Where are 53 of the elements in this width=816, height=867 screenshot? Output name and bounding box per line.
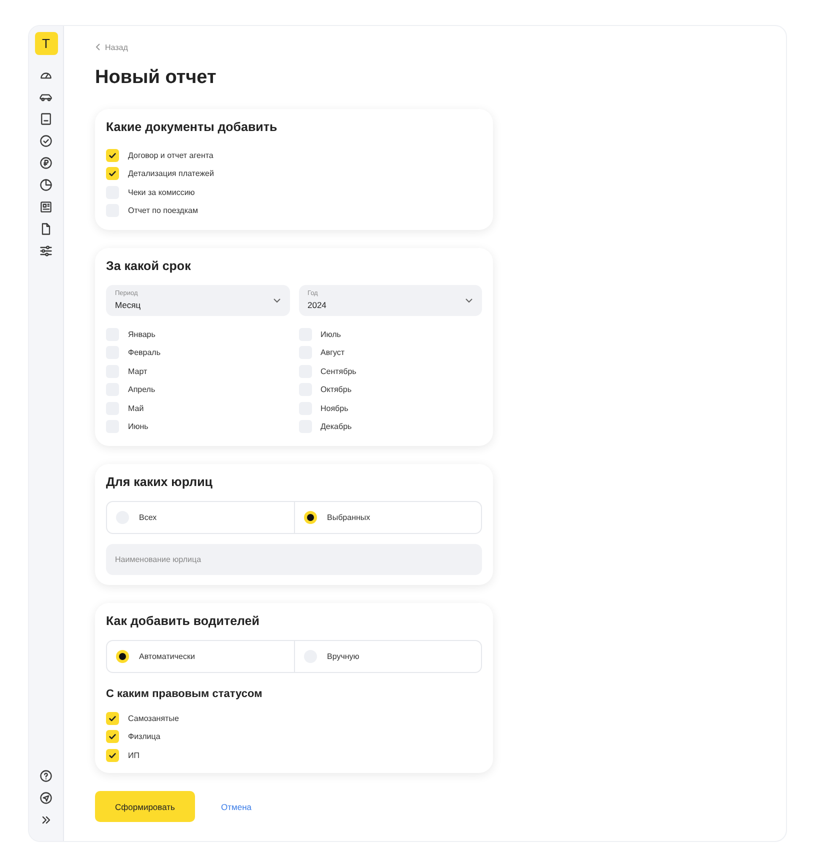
radio-option[interactable]: Автоматически [107,640,294,672]
radio-option[interactable]: Всех [107,502,294,533]
card-title: Какие документы добавить [106,118,278,135]
radio-button[interactable] [116,650,129,663]
checkbox-label: Декабрь [320,422,352,432]
checkbox-label: Январь [128,330,156,339]
submit-button[interactable]: Сформировать [95,791,195,822]
checkbox[interactable] [106,748,119,762]
checkbox-label: Июнь [128,422,148,432]
checkbox-label: Август [320,348,345,358]
checkbox[interactable] [106,167,119,180]
card-title: Для каких юрлиц [106,474,214,490]
document-icon[interactable] [39,112,53,126]
ruble-icon[interactable] [39,156,53,170]
card-title: За какой срок [106,258,192,274]
newspaper-icon[interactable] [39,200,53,214]
checkbox[interactable] [106,148,119,162]
checkbox-label: Детализация платежей [128,169,214,178]
pie-chart-icon[interactable] [39,178,53,192]
chevron-down-icon [272,298,280,303]
checkbox-label: Самозанятые [128,714,179,723]
logo[interactable]: Т [34,32,58,55]
checkbox-label: Апрель [128,385,156,394]
checkbox-label: Договор и отчет агента [128,150,214,160]
help-icon[interactable] [39,769,53,783]
checkbox[interactable] [106,730,119,744]
checkbox-label: Июль [320,330,341,339]
section-subtitle: С каким правовым статусом [106,686,262,701]
checkbox-label: Ноябрь [320,404,348,413]
search-field[interactable]: Наименование юрлица [106,544,482,575]
send-icon[interactable] [39,791,53,805]
radio-option[interactable]: Выбранных [294,502,481,533]
checkbox-label: Май [128,404,144,413]
cancel-link[interactable]: Отмена [221,802,252,812]
card-title: Как добавить водителей [106,612,260,629]
checkbox-label: Октябрь [320,385,352,394]
back-link[interactable]: Назад [95,41,493,53]
checkbox-label: Март [128,366,148,376]
checkbox[interactable] [106,712,119,725]
radio-button[interactable] [304,510,317,524]
page-title: Новый отчет [95,68,218,89]
checkbox-label: Февраль [128,348,161,358]
checkbox-label: Отчет по поездкам [128,206,198,216]
check-circle-icon[interactable] [39,134,53,148]
checkbox-label: Физлица [128,732,160,742]
chevron-down-icon [465,298,473,303]
radio-option[interactable]: Вручную [294,640,481,672]
chevron-left-icon [95,43,101,51]
checkbox-label: Чеки за комиссию [128,188,195,197]
checkbox-label: ИП [128,750,140,760]
sliders-icon[interactable] [39,244,53,258]
file-icon[interactable] [39,222,53,236]
checkbox-label: Сентябрь [320,366,356,376]
